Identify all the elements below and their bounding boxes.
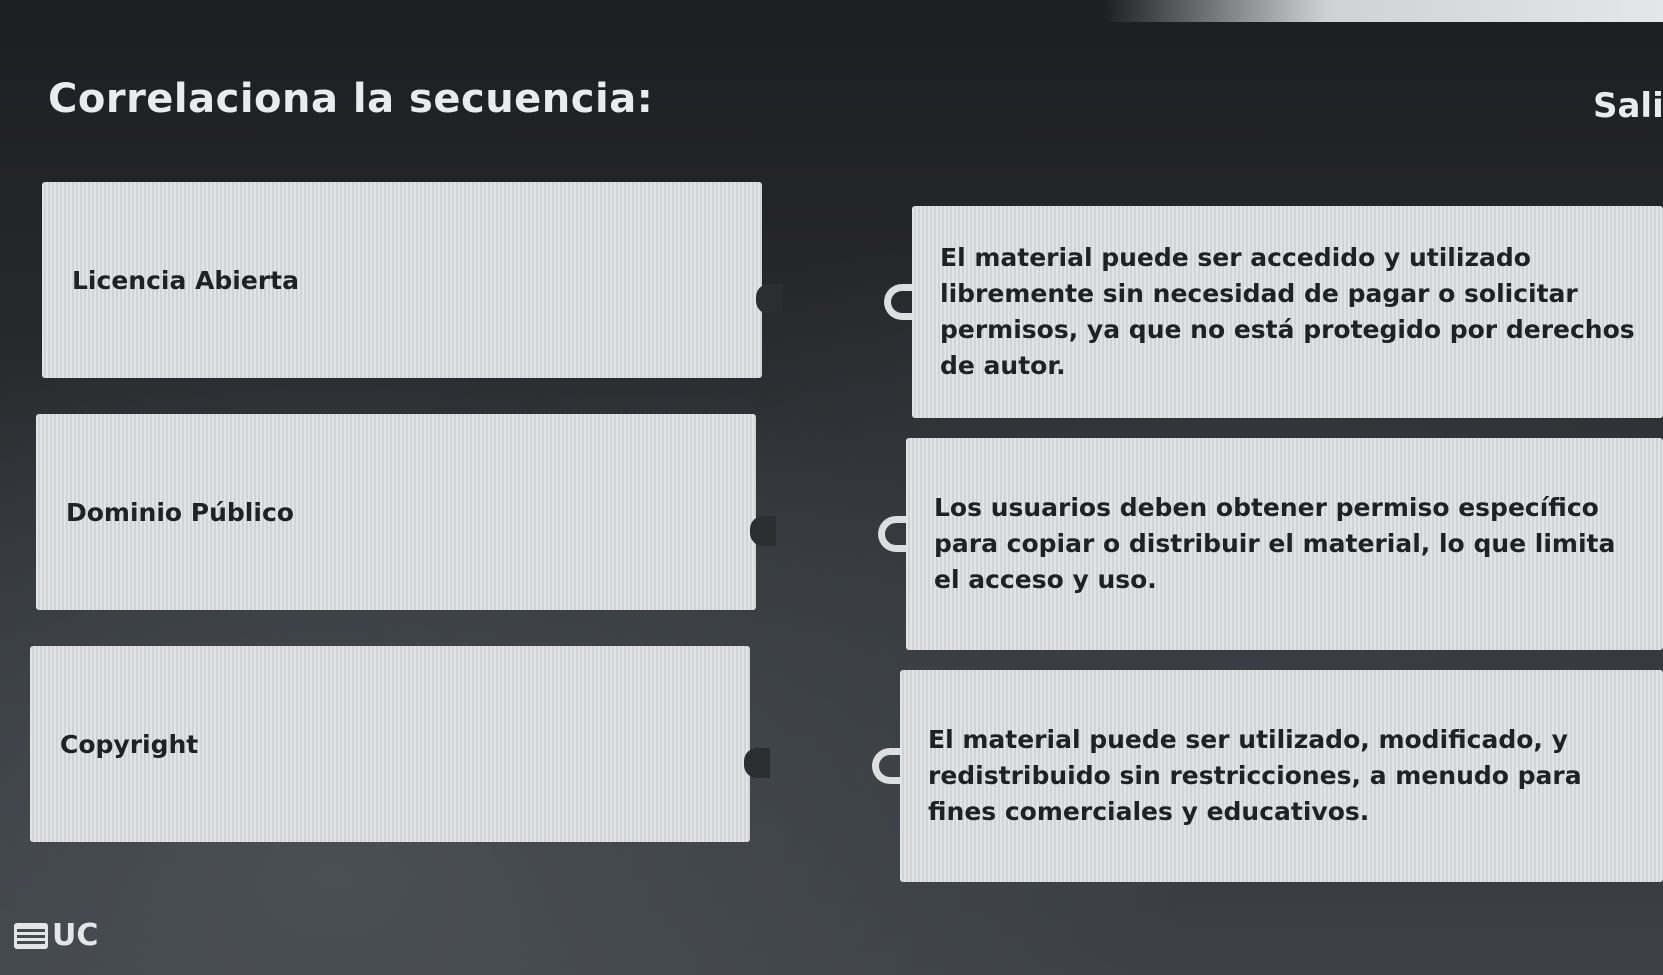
exit-button[interactable]: Salir [1593,86,1663,126]
definition-text: El material puede ser accedido y utiliza… [940,243,1635,380]
definition-text: Los usuarios deben obtener permiso espec… [934,493,1616,594]
top-strip [1103,0,1663,22]
term-card-dominio-publico[interactable]: Dominio Público [36,414,756,610]
connector-slot [884,284,914,320]
connector-peg [756,284,782,314]
footer-logo: UC [14,918,98,953]
definition-text: El material puede ser utilizado, modific… [928,725,1582,826]
definition-card[interactable]: Los usuarios deben obtener permiso espec… [906,438,1663,650]
connector-slot [872,748,902,784]
connector-slot [878,516,908,552]
term-label: Licencia Abierta [72,265,299,295]
term-label: Copyright [60,729,199,759]
connector-peg [744,748,770,778]
page-title: Correlaciona la secuencia: [48,76,654,122]
term-card-copyright[interactable]: Copyright [30,646,750,842]
logo-text: UC [52,918,99,953]
definition-card[interactable]: El material puede ser accedido y utiliza… [912,206,1663,418]
definition-card[interactable]: El material puede ser utilizado, modific… [900,670,1663,882]
term-card-licencia-abierta[interactable]: Licencia Abierta [42,182,762,378]
connector-peg [750,516,776,546]
logo-icon [14,922,48,949]
term-label: Dominio Público [66,497,294,527]
